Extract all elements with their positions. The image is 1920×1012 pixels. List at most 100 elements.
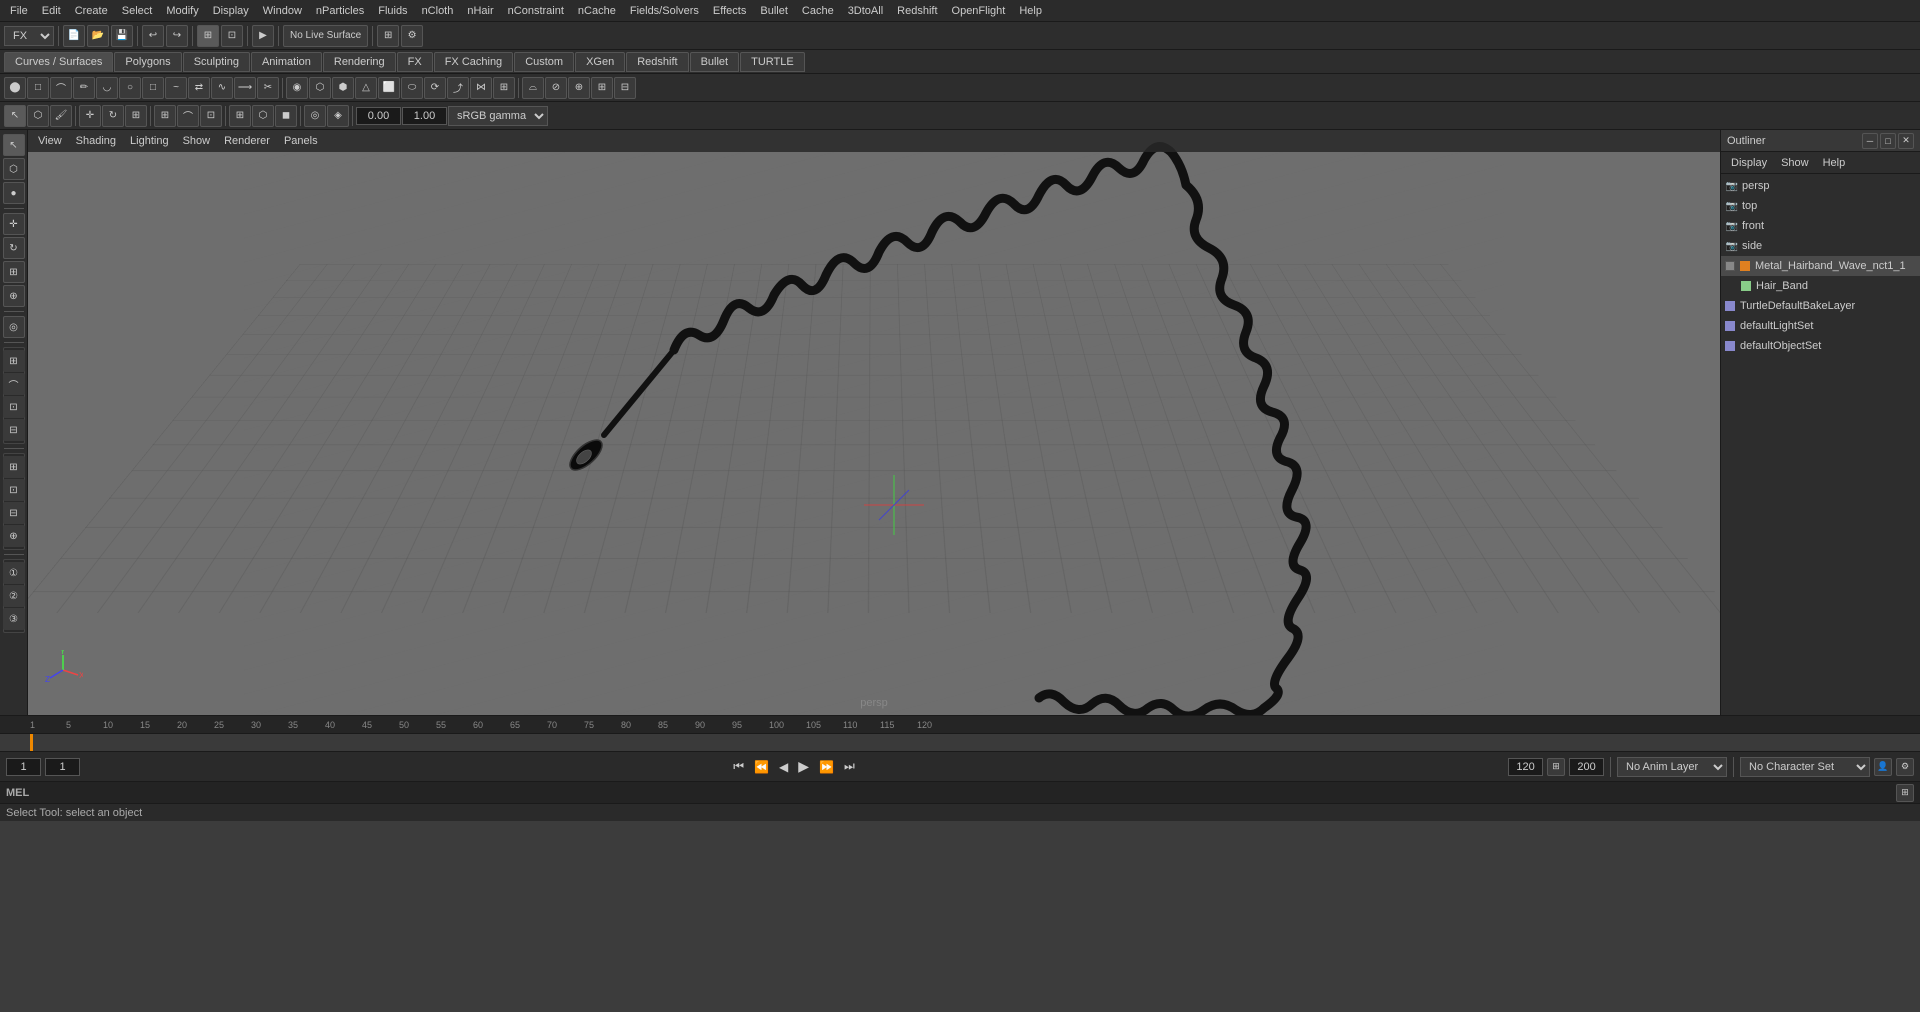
- char-set-options-btn[interactable]: ⚙: [1896, 758, 1914, 776]
- rotate-btn[interactable]: ↻: [3, 237, 25, 259]
- rg1[interactable]: ⊞: [3, 456, 25, 478]
- nurbs-torus[interactable]: ⬭: [401, 77, 423, 99]
- tab-fx[interactable]: FX: [397, 52, 433, 72]
- tab-fx-caching[interactable]: FX Caching: [434, 52, 513, 72]
- menu-item-file[interactable]: File: [4, 3, 34, 19]
- nurbs-cube[interactable]: ⬡: [309, 77, 331, 99]
- select-mode-btn[interactable]: ⊞: [197, 25, 219, 47]
- outliner-menu-display[interactable]: Display: [1725, 155, 1773, 171]
- new-scene-btn[interactable]: 📄: [63, 25, 85, 47]
- tab-bullet[interactable]: Bullet: [690, 52, 740, 72]
- current-frame-input[interactable]: [6, 758, 41, 776]
- ep-curve-tool[interactable]: □: [27, 77, 49, 99]
- menu-item-nconstraint[interactable]: nConstraint: [502, 3, 570, 19]
- snap-btn[interactable]: ⊡: [221, 25, 243, 47]
- menu-item-cache[interactable]: Cache: [796, 3, 840, 19]
- tab-curves-surfaces[interactable]: Curves / Surfaces: [4, 52, 113, 72]
- menu-item-openflight[interactable]: OpenFlight: [946, 3, 1012, 19]
- script-editor-btn[interactable]: ⊞: [1896, 784, 1914, 802]
- render-btn[interactable]: ▶: [252, 25, 274, 47]
- surface-boolean[interactable]: ⊕: [568, 77, 590, 99]
- surface-attach[interactable]: ⊞: [591, 77, 613, 99]
- flat-shade-btn[interactable]: ◼: [275, 105, 297, 127]
- menu-item-redshift[interactable]: Redshift: [891, 3, 943, 19]
- menu-item-nparticles[interactable]: nParticles: [310, 3, 370, 19]
- vp-menu-lighting[interactable]: Lighting: [124, 133, 175, 149]
- redo-btn[interactable]: ↪: [166, 25, 188, 47]
- tab-animation[interactable]: Animation: [251, 52, 322, 72]
- viewport[interactable]: View Shading Lighting Show Renderer Pane…: [28, 130, 1720, 715]
- outliner-item-front[interactable]: 📷 front: [1721, 216, 1920, 236]
- isolate-btn[interactable]: ◎: [304, 105, 326, 127]
- square-tool[interactable]: □: [142, 77, 164, 99]
- outliner-item-hairband[interactable]: Metal_Hairband_Wave_nct1_1: [1721, 256, 1920, 276]
- menu-item-fluids[interactable]: Fluids: [372, 3, 413, 19]
- circle-tool[interactable]: ○: [119, 77, 141, 99]
- menu-item-bullet[interactable]: Bullet: [754, 3, 794, 19]
- menu-item-nhair[interactable]: nHair: [461, 3, 499, 19]
- xray-btn[interactable]: ◈: [327, 105, 349, 127]
- paint-select-btn[interactable]: 🖌: [50, 105, 72, 127]
- move-tool-btn[interactable]: ✛: [79, 105, 101, 127]
- outliner-item-side[interactable]: 📷 side: [1721, 236, 1920, 256]
- surface-detach[interactable]: ⊟: [614, 77, 636, 99]
- step-fwd-btn[interactable]: ⏩: [816, 758, 837, 776]
- go-end-btn[interactable]: ⏭: [841, 757, 858, 776]
- rg2[interactable]: ⊡: [3, 479, 25, 501]
- curve-smooth[interactable]: ∿: [211, 77, 233, 99]
- outliner-item-top[interactable]: 📷 top: [1721, 196, 1920, 216]
- outliner-menu-help[interactable]: Help: [1817, 155, 1852, 171]
- select-arrow-btn[interactable]: ↖: [3, 134, 25, 156]
- ig3[interactable]: ③: [3, 608, 25, 630]
- save-scene-btn[interactable]: 💾: [111, 25, 133, 47]
- tab-sculpting[interactable]: Sculpting: [183, 52, 250, 72]
- render-settings-btn[interactable]: ⚙: [401, 25, 423, 47]
- snap-grid-lt[interactable]: ⊞: [3, 350, 25, 372]
- vp-menu-view[interactable]: View: [32, 133, 68, 149]
- value2-input[interactable]: [402, 107, 447, 125]
- timeline-scrubber[interactable]: [0, 733, 1920, 751]
- curve-reverse[interactable]: ⇄: [188, 77, 210, 99]
- menu-item-help[interactable]: Help: [1013, 3, 1048, 19]
- tab-rendering[interactable]: Rendering: [323, 52, 396, 72]
- loop-btn[interactable]: ⊞: [1547, 758, 1565, 776]
- render-quality-btn[interactable]: ⊞: [377, 25, 399, 47]
- character-set-dropdown[interactable]: No Character Set: [1740, 757, 1870, 777]
- outliner-item-turtle[interactable]: TurtleDefaultBakeLayer: [1721, 296, 1920, 316]
- smooth-shade-btn[interactable]: ⬡: [252, 105, 274, 127]
- value1-input[interactable]: [356, 107, 401, 125]
- play-btn[interactable]: ▶: [795, 756, 812, 777]
- tab-xgen[interactable]: XGen: [575, 52, 625, 72]
- snap-view-lt[interactable]: ⊟: [3, 419, 25, 441]
- char-set-btn[interactable]: 👤: [1874, 758, 1892, 776]
- soft-select-btn[interactable]: ◎: [3, 316, 25, 338]
- snap-point-lt[interactable]: ⊡: [3, 396, 25, 418]
- arc-tool[interactable]: ◡: [96, 77, 118, 99]
- end-frame-input[interactable]: [1569, 758, 1604, 776]
- rotate-tool-btn[interactable]: ↻: [102, 105, 124, 127]
- rg3[interactable]: ⊟: [3, 502, 25, 524]
- vp-menu-panels[interactable]: Panels: [278, 133, 324, 149]
- menu-item-select[interactable]: Select: [116, 3, 159, 19]
- menu-item-fields[interactable]: Fields/Solvers: [624, 3, 705, 19]
- menu-item-display[interactable]: Display: [207, 3, 255, 19]
- scale-btn[interactable]: ⊞: [3, 261, 25, 283]
- outliner-minimize-btn[interactable]: ─: [1862, 133, 1878, 149]
- lasso-tool-btn[interactable]: ⬡: [27, 105, 49, 127]
- surface-fillet[interactable]: ⌓: [522, 77, 544, 99]
- bezier-curve-tool[interactable]: ⌒: [50, 77, 72, 99]
- outliner-item-lightset[interactable]: defaultLightSet: [1721, 316, 1920, 336]
- tab-custom[interactable]: Custom: [514, 52, 574, 72]
- vp-menu-shading[interactable]: Shading: [70, 133, 122, 149]
- cut-curve[interactable]: ✂: [257, 77, 279, 99]
- outliner-item-persp[interactable]: 📷 persp: [1721, 176, 1920, 196]
- extend-curve[interactable]: ⟶: [234, 77, 256, 99]
- outliner-close-btn[interactable]: ✕: [1898, 133, 1914, 149]
- playback-end-input[interactable]: [1508, 758, 1543, 776]
- step-back-btn[interactable]: ⏪: [751, 758, 772, 776]
- open-scene-btn[interactable]: 📂: [87, 25, 109, 47]
- surface-trim[interactable]: ⊘: [545, 77, 567, 99]
- snap-curve-lt[interactable]: ⌒: [3, 373, 25, 395]
- outliner-item-objectset[interactable]: defaultObjectSet: [1721, 336, 1920, 356]
- surface-planar[interactable]: ⊞: [493, 77, 515, 99]
